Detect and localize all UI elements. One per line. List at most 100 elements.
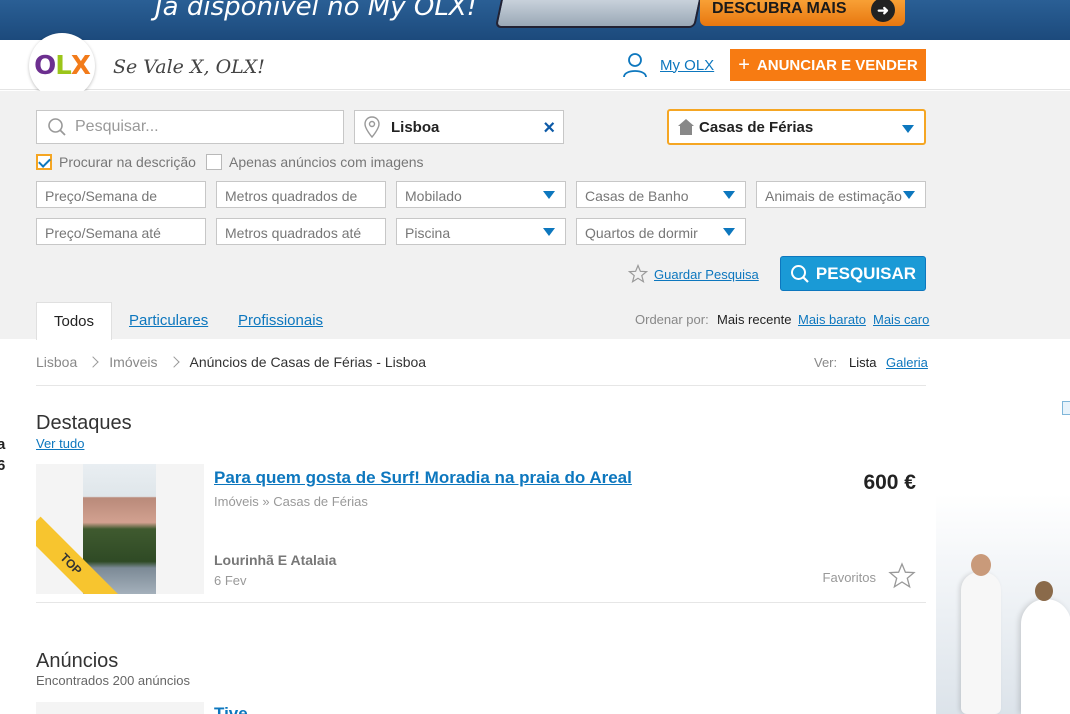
bride-figure (1021, 581, 1070, 714)
promo-banner[interactable]: Já disponível no My OLX! DESCUBRA MAIS ➜ (0, 0, 1070, 40)
featured-title: Destaques (36, 412, 132, 434)
view-label: Ver: (814, 355, 838, 370)
filter-area-from[interactable]: Metros quadrados de (216, 181, 386, 208)
see-all-link[interactable]: Ver tudo (36, 436, 84, 451)
slogan: Se Vale X, OLX! (113, 56, 265, 78)
groom-figure (961, 554, 1001, 714)
location-value: Lisboa (391, 118, 440, 136)
divider (36, 385, 926, 386)
search-placeholder: Pesquisar... (75, 118, 159, 135)
save-search-link[interactable]: Guardar Pesquisa (628, 264, 759, 284)
chevron-down-icon (543, 228, 555, 236)
site-header: OLX Se Vale X, OLX! My OLX + ANUNCIAR E … (0, 33, 1070, 99)
logo-letter-o: O (34, 51, 56, 81)
chevron-down-icon (902, 125, 914, 133)
filter-pool-label: Piscina (405, 225, 451, 241)
house-icon (678, 119, 694, 135)
banner-cta-button[interactable]: DESCUBRA MAIS ➜ (700, 0, 905, 26)
category-value: Casas de Férias (699, 118, 814, 136)
ad-price: 600 € (863, 471, 916, 494)
listings-title: Anúncios (36, 650, 119, 672)
view-list[interactable]: Lista (849, 355, 876, 370)
filter-area-to[interactable]: Metros quadrados até (216, 218, 386, 245)
tab-professional[interactable]: Profissionais (238, 302, 323, 340)
arrow-right-icon: ➜ (871, 0, 895, 22)
olx-logo[interactable]: OLX (29, 33, 95, 99)
side-ad-info-icon[interactable] (1062, 401, 1070, 415)
banner-cta-label: DESCUBRA MAIS (712, 0, 847, 17)
divider (36, 602, 926, 603)
ad-category: Imóveis » Casas de Férias (214, 494, 368, 509)
checkbox-unchecked[interactable] (206, 154, 222, 170)
order-recent[interactable]: Mais recente (717, 312, 791, 327)
ad-thumbnail[interactable]: TOP (36, 464, 204, 594)
only-images-label: Apenas anúncios com imagens (229, 154, 424, 170)
search-button[interactable]: PESQUISAR (780, 256, 926, 291)
listing-title-link[interactable]: Tive... (214, 704, 262, 714)
filter-furnished[interactable]: Mobilado (396, 181, 566, 208)
my-olx-label[interactable]: My OLX (660, 57, 714, 74)
plus-icon: + (738, 53, 750, 76)
post-ad-button[interactable]: + ANUNCIAR E VENDER (730, 49, 926, 81)
order-most-expensive[interactable]: Mais caro (873, 312, 929, 327)
my-olx-link[interactable]: My OLX (622, 52, 714, 78)
favorites-label: Favoritos (822, 570, 876, 585)
breadcrumb-current: Anúncios de Casas de Férias - Lisboa (189, 354, 427, 370)
view-gallery[interactable]: Galeria (886, 355, 928, 370)
location-input[interactable]: Lisboa × (354, 110, 564, 144)
filter-price-to[interactable]: Preço/Semana até (36, 218, 206, 245)
star-outline-icon (628, 264, 648, 284)
listing-row-partial[interactable]: Tive... ... (36, 700, 926, 714)
chevron-down-icon (723, 191, 735, 199)
filter-price-from[interactable]: Preço/Semana de (36, 181, 206, 208)
edge-text-2: 6 (0, 457, 6, 474)
favorite-star-icon[interactable] (888, 562, 916, 590)
search-icon (48, 118, 66, 136)
filter-furnished-label: Mobilado (405, 188, 462, 204)
tab-all[interactable]: Todos (36, 302, 112, 340)
chevron-right-icon (167, 356, 180, 368)
filter-bathrooms-label: Casas de Banho (585, 188, 689, 204)
logo-letter-l: L (55, 51, 72, 81)
chevron-down-icon (543, 191, 555, 199)
filter-pets-label: Animais de estimação (765, 188, 902, 204)
edge-text-1: a (0, 436, 6, 453)
filter-bathrooms[interactable]: Casas de Banho (576, 181, 746, 208)
category-select[interactable]: Casas de Férias (667, 109, 926, 145)
breadcrumb-category[interactable]: Imóveis (109, 354, 157, 370)
filter-pool[interactable]: Piscina (396, 218, 566, 245)
search-button-label: PESQUISAR (815, 263, 917, 283)
order-cheapest[interactable]: Mais barato (798, 312, 866, 327)
side-advertisement[interactable] (936, 494, 1070, 714)
save-search-label[interactable]: Guardar Pesquisa (654, 267, 759, 282)
bride-head (1035, 581, 1053, 601)
filter-bedrooms-label: Quartos de dormir (585, 225, 698, 241)
search-description-checkbox[interactable]: Procurar na descrição (36, 154, 196, 170)
banner-device-image (494, 0, 706, 28)
listing-thumbnail[interactable] (36, 702, 204, 714)
order-label: Ordenar por: (635, 312, 709, 327)
search-input[interactable]: Pesquisar... (36, 110, 344, 144)
filter-pets[interactable]: Animais de estimação (756, 181, 926, 208)
location-pin-icon (364, 116, 380, 138)
breadcrumb: Lisboa Imóveis Anúncios de Casas de Féri… (36, 354, 426, 370)
listing-price: ... (898, 704, 916, 714)
ad-date: 6 Fev (214, 573, 247, 588)
post-ad-label: ANUNCIAR E VENDER (756, 56, 918, 74)
groom-head (971, 554, 991, 576)
ad-title-link[interactable]: Para quem gosta de Surf! Moradia na prai… (214, 468, 632, 488)
chevron-down-icon (903, 191, 915, 199)
featured-ad-card[interactable]: TOP Para quem gosta de Surf! Moradia na … (36, 464, 926, 594)
breadcrumb-city[interactable]: Lisboa (36, 354, 77, 370)
user-icon (623, 53, 647, 78)
only-images-checkbox[interactable]: Apenas anúncios com imagens (206, 154, 424, 170)
chevron-right-icon (87, 356, 99, 368)
search-description-label: Procurar na descrição (59, 154, 196, 170)
ad-location: Lourinhã E Atalaia (214, 552, 337, 568)
tab-private[interactable]: Particulares (129, 302, 208, 340)
clear-location-icon[interactable]: × (543, 117, 555, 140)
filter-bedrooms[interactable]: Quartos de dormir (576, 218, 746, 245)
logo-letter-x: X (70, 51, 91, 81)
chevron-down-icon (723, 228, 735, 236)
checkbox-checked[interactable] (36, 154, 52, 170)
